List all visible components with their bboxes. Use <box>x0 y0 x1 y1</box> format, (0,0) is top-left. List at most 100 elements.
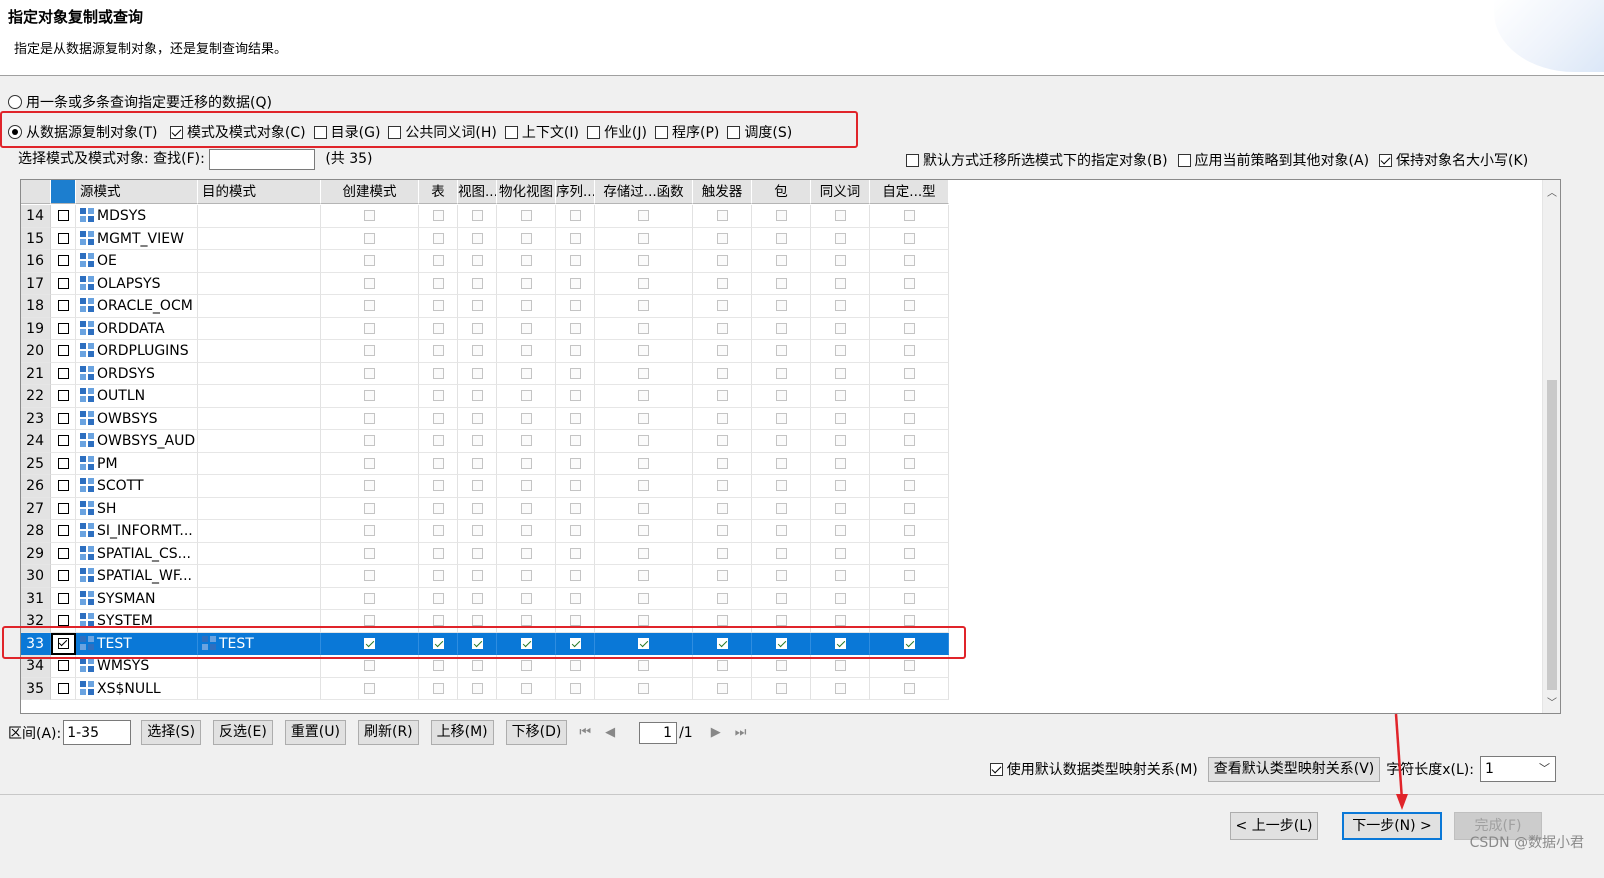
object-type-cell[interactable] <box>419 497 458 520</box>
paging-button[interactable]: 下移(D) <box>505 720 568 745</box>
object-type-cell[interactable] <box>811 317 870 340</box>
object-type-cell[interactable] <box>752 430 811 453</box>
object-type-cell[interactable] <box>556 250 595 273</box>
object-type-cell-checkbox[interactable] <box>638 390 649 402</box>
paging-button[interactable]: 重置(U) <box>284 720 346 745</box>
object-type-cell[interactable] <box>811 565 870 588</box>
row-checkbox[interactable] <box>57 435 69 446</box>
row-select-cell[interactable] <box>51 475 76 498</box>
object-type-cell-checkbox[interactable] <box>775 682 787 694</box>
object-type-cell-checkbox[interactable] <box>471 255 483 267</box>
object-type-cell-checkbox[interactable] <box>775 435 787 447</box>
object-type-cell[interactable] <box>870 475 949 498</box>
object-type-cell-checkbox[interactable] <box>638 300 649 312</box>
object-type-cell-checkbox[interactable] <box>432 525 444 537</box>
object-type-cell[interactable] <box>497 272 556 295</box>
row-select-cell[interactable] <box>51 497 76 520</box>
object-type-cell[interactable] <box>321 565 419 588</box>
object-type-cell[interactable] <box>419 227 458 250</box>
table-row[interactable]: 29 SPATIAL_CS... <box>21 542 949 565</box>
object-type-cell-checkbox[interactable] <box>432 502 444 514</box>
object-type-cell[interactable] <box>497 250 556 273</box>
object-type-cell-checkbox[interactable] <box>520 367 532 379</box>
first-page-icon[interactable]: ⏮ <box>579 725 591 740</box>
last-page-icon[interactable]: ⏭ <box>735 725 747 740</box>
object-type-cell[interactable] <box>321 272 419 295</box>
object-type-cell-checkbox[interactable] <box>432 277 444 289</box>
row-select-cell[interactable] <box>51 587 76 610</box>
table-row[interactable]: 26 SCOTT <box>21 475 949 498</box>
page-input[interactable] <box>639 721 678 744</box>
object-type-cell[interactable] <box>870 385 949 408</box>
object-type-cell-checkbox[interactable] <box>775 525 787 537</box>
target-schema-cell[interactable] <box>198 362 321 385</box>
target-schema-cell[interactable] <box>198 205 321 228</box>
object-type-cell[interactable] <box>497 295 556 318</box>
row-checkbox[interactable] <box>57 457 69 469</box>
object-type-cell-checkbox[interactable] <box>471 232 483 244</box>
column-header[interactable]: 视图... <box>458 180 497 204</box>
object-type-cell[interactable] <box>870 340 949 363</box>
object-type-cell[interactable] <box>870 250 949 273</box>
object-type-cell-checkbox[interactable] <box>432 457 444 469</box>
object-type-cell-checkbox[interactable] <box>775 412 787 424</box>
object-type-cell-checkbox[interactable] <box>716 480 728 492</box>
object-type-cell[interactable] <box>556 317 595 340</box>
object-type-cell-checkbox[interactable] <box>834 367 846 379</box>
object-type-cell[interactable] <box>752 340 811 363</box>
object-type-cell-checkbox[interactable] <box>432 660 444 672</box>
object-type-cell-checkbox[interactable] <box>569 277 581 289</box>
object-type-cell-checkbox[interactable] <box>716 682 728 694</box>
scroll-down-icon[interactable]: ﹀ <box>1547 694 1557 709</box>
source-schema-cell[interactable]: ORACLE_OCM <box>76 295 198 318</box>
table-row[interactable]: 18 ORACLE_OCM <box>21 295 949 318</box>
object-type-cell-checkbox[interactable] <box>638 592 649 604</box>
object-type-cell-checkbox[interactable] <box>834 480 846 492</box>
object-type-cell-checkbox[interactable] <box>432 322 444 334</box>
object-type-cell[interactable] <box>811 677 870 700</box>
object-type-cell[interactable] <box>752 227 811 250</box>
target-schema-cell[interactable] <box>198 497 321 520</box>
object-type-cell[interactable] <box>458 295 497 318</box>
row-select-cell[interactable] <box>51 452 76 475</box>
object-type-cell-checkbox[interactable] <box>903 547 915 559</box>
object-type-cell[interactable] <box>556 677 595 700</box>
object-type-cell-checkbox[interactable] <box>364 367 375 379</box>
object-type-cell-checkbox[interactable] <box>471 367 483 379</box>
object-type-cell-checkbox[interactable] <box>638 660 649 672</box>
object-type-cell[interactable] <box>419 520 458 543</box>
source-schema-cell[interactable]: OWBSYS_AUD <box>76 430 198 453</box>
object-type-cell[interactable] <box>870 227 949 250</box>
row-select-cell[interactable] <box>51 250 76 273</box>
source-schema-cell[interactable]: MGMT_VIEW <box>76 227 198 250</box>
object-type-cell[interactable] <box>458 542 497 565</box>
object-type-cell[interactable] <box>693 317 752 340</box>
object-type-cell-checkbox[interactable] <box>903 570 915 582</box>
query-radio[interactable] <box>8 95 22 109</box>
object-type-cell-checkbox[interactable] <box>471 435 483 447</box>
object-type-cell[interactable] <box>458 272 497 295</box>
object-type-cell[interactable] <box>595 362 693 385</box>
object-type-cell[interactable] <box>458 362 497 385</box>
row-select-cell[interactable] <box>51 340 76 363</box>
object-type-cell-checkbox[interactable] <box>638 615 649 627</box>
object-type-cell-checkbox[interactable] <box>716 390 728 402</box>
object-type-cell[interactable] <box>811 362 870 385</box>
object-type-cell-checkbox[interactable] <box>638 682 649 694</box>
target-schema-cell[interactable] <box>198 430 321 453</box>
table-row[interactable]: 20 ORDPLUGINS <box>21 340 949 363</box>
source-schema-cell[interactable]: OWBSYS <box>76 407 198 430</box>
object-type-cell[interactable] <box>870 565 949 588</box>
table-row[interactable]: 23 OWBSYS <box>21 407 949 430</box>
target-schema-cell[interactable] <box>198 227 321 250</box>
table-row[interactable]: 16 OE <box>21 250 949 273</box>
object-type-cell-checkbox[interactable] <box>903 390 915 402</box>
object-type-cell[interactable] <box>595 227 693 250</box>
object-type-cell[interactable] <box>458 497 497 520</box>
object-type-cell[interactable] <box>321 340 419 363</box>
row-checkbox[interactable] <box>57 390 69 401</box>
object-type-cell-checkbox[interactable] <box>364 682 375 694</box>
object-type-cell[interactable] <box>752 250 811 273</box>
object-type-cell-checkbox[interactable] <box>520 480 532 492</box>
object-type-cell-checkbox[interactable] <box>471 457 483 469</box>
